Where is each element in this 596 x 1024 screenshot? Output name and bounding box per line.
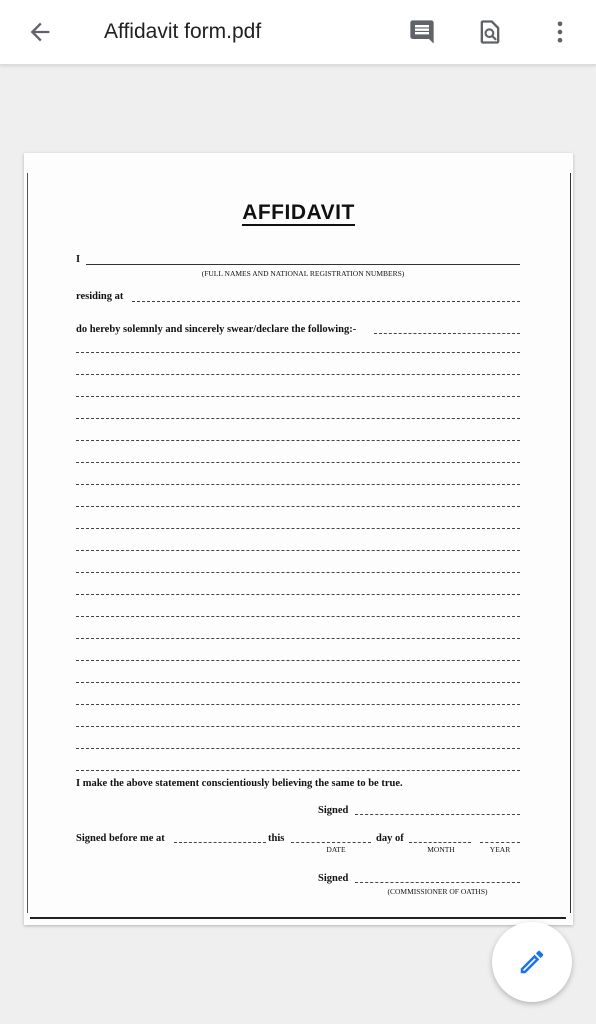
names-line — [86, 264, 520, 265]
signed-before-label: Signed before me at — [76, 833, 165, 844]
statement-line — [76, 506, 520, 507]
commissioner-caption: (COMMISSIONER OF OATHS) — [387, 887, 488, 896]
page-bottom-rule — [30, 917, 566, 919]
find-in-page-button[interactable] — [470, 12, 510, 52]
comment-icon — [410, 20, 434, 44]
more-vert-icon — [557, 21, 563, 43]
swear-text: do hereby solemnly and sincerely swear/d… — [76, 324, 357, 335]
year-caption: YEAR — [489, 845, 511, 854]
statement-line — [76, 550, 520, 551]
statement-line — [76, 352, 520, 353]
statement-line — [76, 704, 520, 705]
date-caption: DATE — [326, 845, 346, 854]
arrow-back-icon — [30, 22, 50, 42]
comment-button[interactable] — [402, 12, 442, 52]
month-caption: MONTH — [427, 845, 455, 854]
document-title: Affidavit form.pdf — [104, 20, 262, 43]
statement-line — [76, 748, 520, 749]
page-border — [27, 173, 28, 913]
statement-line — [76, 440, 520, 441]
affidavit-heading: AFFIDAVIT — [24, 201, 573, 226]
statement-line — [76, 726, 520, 727]
affidavit-heading-text: AFFIDAVIT — [242, 201, 355, 226]
residing-label: residing at — [76, 291, 124, 302]
pdf-page: AFFIDAVIT I (FULL NAMES AND NATIONAL REG… — [24, 153, 573, 925]
statement-line — [76, 374, 520, 375]
edit-fab-button[interactable] — [492, 922, 572, 1002]
back-button[interactable] — [18, 12, 62, 52]
more-options-button[interactable] — [540, 12, 580, 52]
month-line — [409, 842, 471, 843]
place-line — [174, 842, 266, 843]
edit-pencil-icon — [520, 950, 544, 974]
year-line — [480, 842, 520, 843]
statement-line — [76, 770, 520, 771]
statement-line — [76, 682, 520, 683]
statement-line — [76, 572, 520, 573]
names-caption: (FULL NAMES AND NATIONAL REGISTRATION NU… — [201, 269, 405, 278]
statement-line — [76, 594, 520, 595]
signed-label: Signed — [318, 805, 349, 816]
statement-line — [76, 638, 520, 639]
statement-line — [76, 616, 520, 617]
signed-line — [355, 814, 520, 815]
find-in-page-icon — [480, 20, 500, 44]
statement-line — [76, 396, 520, 397]
statement-line — [76, 418, 520, 419]
statement-line — [76, 462, 520, 463]
date-line — [291, 842, 371, 843]
swear-line — [374, 333, 520, 334]
residing-line — [132, 301, 520, 302]
statement-line — [76, 484, 520, 485]
commissioner-signed-label: Signed — [318, 873, 349, 884]
this-label: this — [268, 833, 285, 844]
statement-line — [76, 660, 520, 661]
commissioner-line — [355, 882, 520, 883]
label-i: I — [76, 254, 81, 265]
page-border — [570, 173, 571, 913]
app-bar: Affidavit form.pdf — [0, 0, 596, 65]
statement-line — [76, 528, 520, 529]
pdf-viewer[interactable]: AFFIDAVIT I (FULL NAMES AND NATIONAL REG… — [0, 65, 596, 1024]
day-of-label: day of — [376, 833, 404, 844]
statement-text: I make the above statement conscientious… — [76, 778, 403, 789]
